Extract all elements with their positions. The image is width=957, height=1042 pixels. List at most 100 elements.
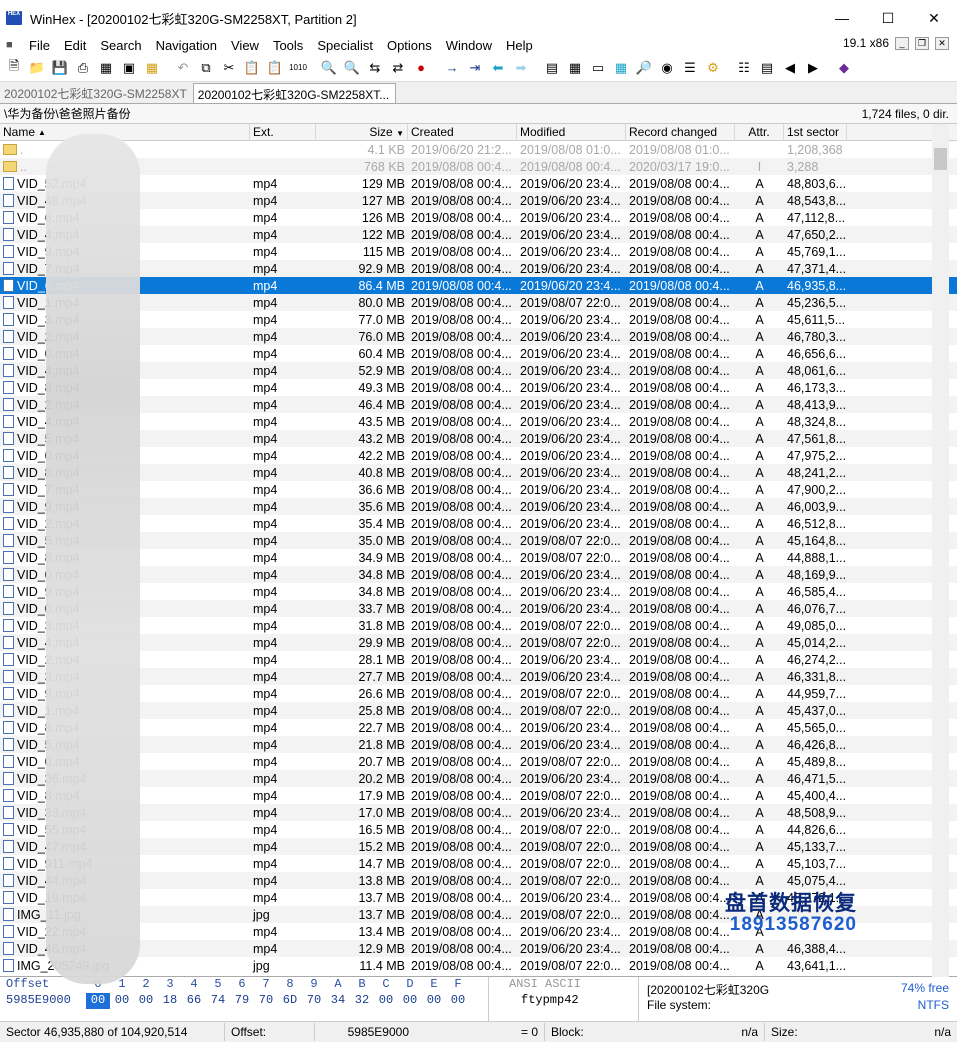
col-attr[interactable]: Attr. (735, 123, 784, 141)
image-icon[interactable]: ▦ (142, 58, 162, 78)
table-row[interactable]: VID_2.mp4mp428.1 MB2019/08/08 00:4...201… (0, 651, 957, 668)
table-row[interactable]: VID_5.mp4mp443.2 MB2019/08/08 00:4...201… (0, 430, 957, 447)
table-row[interactable]: VID_0.mp4mp433.7 MB2019/08/08 00:4...201… (0, 600, 957, 617)
child-minimize-button[interactable]: _ (895, 36, 909, 50)
find-hex-values-icon[interactable]: ● (411, 58, 431, 78)
table-row[interactable]: VID_0.mp4mp434.8 MB2019/08/08 00:4...201… (0, 566, 957, 583)
next-mark-icon[interactable]: ▶ (803, 58, 823, 78)
table-row[interactable]: IMG_205249.jpgjpg11.4 MB2019/08/08 00:4.… (0, 957, 957, 974)
table-row[interactable]: VID_4.mp4mp429.9 MB2019/08/08 00:4...201… (0, 634, 957, 651)
prev-icon[interactable]: ◀ (780, 58, 800, 78)
table-row[interactable]: VID_5.mp4mp435.0 MB2019/08/08 00:4...201… (0, 532, 957, 549)
table-row[interactable]: VID_33.mp4mp417.0 MB2019/08/08 00:4...20… (0, 804, 957, 821)
goto-sector-icon[interactable]: ⇥ (465, 58, 485, 78)
print-icon[interactable]: ⎙ (73, 58, 93, 78)
menu-tools[interactable]: Tools (266, 38, 310, 53)
calculator-icon[interactable]: ▦ (611, 58, 631, 78)
gear-icon[interactable]: ⚙ (703, 58, 723, 78)
table-row[interactable]: VID_3.mp4mp477.0 MB2019/08/08 00:4...201… (0, 311, 957, 328)
back-arrow-icon[interactable]: ⬅ (488, 58, 508, 78)
hex-byte[interactable]: 70 (254, 993, 278, 1009)
table-row[interactable]: VID_0.mp4mp460.4 MB2019/08/08 00:4...201… (0, 345, 957, 362)
col-name[interactable]: Name ▲ (0, 123, 250, 141)
new-file-icon[interactable]: 🗎 (4, 58, 24, 78)
table-row[interactable]: VID_911.mp4mp414.7 MB2019/08/08 00:4...2… (0, 855, 957, 872)
analyze-icon[interactable]: ☰ (680, 58, 700, 78)
table-row[interactable]: VID_8.mp4mp422.7 MB2019/08/08 00:4...201… (0, 719, 957, 736)
table-row[interactable]: VID_6.mp4mp486.4 MB2019/08/08 00:4...201… (0, 277, 957, 294)
menu-search[interactable]: Search (93, 38, 148, 53)
table-row[interactable]: VID_0.mp4mp442.2 MB2019/08/08 00:4...201… (0, 447, 957, 464)
maximize-button[interactable]: ☐ (865, 0, 911, 36)
table-row[interactable]: VID_1.mp4mp480.0 MB2019/08/08 00:4...201… (0, 294, 957, 311)
save-icon[interactable]: 💾 (50, 58, 70, 78)
col-modified[interactable]: Modified (517, 123, 626, 141)
menu-help[interactable]: Help (499, 38, 540, 53)
table-row[interactable]: VID_3.mp4mp431.8 MB2019/08/08 00:4...201… (0, 617, 957, 634)
hex-byte[interactable]: 34 (326, 993, 350, 1009)
cut-icon[interactable]: ✂ (219, 58, 239, 78)
hex-byte[interactable]: 79 (230, 993, 254, 1009)
paste-icon[interactable]: 📋 (242, 58, 262, 78)
menu-specialist[interactable]: Specialist (310, 38, 380, 53)
hex-byte[interactable]: 00 (422, 993, 446, 1009)
child-restore-button[interactable]: ❐ (915, 36, 929, 50)
table-row[interactable]: VID_48.mp4mp4127 MB2019/08/08 00:4...201… (0, 192, 957, 209)
minimize-button[interactable]: — (819, 0, 865, 36)
col-created[interactable]: Created (408, 123, 517, 141)
tab-disk[interactable]: 20200102七彩虹320G-SM2258XT (0, 83, 193, 103)
table-row[interactable]: .. 768 KB 2019/08/08 00:4... 2019/08/08 00:… (0, 158, 957, 175)
copy-icon[interactable]: ⧉ (196, 58, 216, 78)
table-row[interactable]: VID_7.mp4mp492.9 MB2019/08/08 00:4...201… (0, 260, 957, 277)
table-row[interactable]: VID_4.mp4mp4122 MB2019/08/08 00:4...2019… (0, 226, 957, 243)
table-row[interactable]: VID_36.mp4mp420.2 MB2019/08/08 00:4...20… (0, 770, 957, 787)
table-row[interactable]: VID_46.mp4mp412.9 MB2019/08/08 00:4...20… (0, 940, 957, 957)
menu-view[interactable]: View (224, 38, 266, 53)
open-folder-icon[interactable]: 📁 (27, 58, 47, 78)
hash-icon[interactable]: ◉ (657, 58, 677, 78)
hex-byte[interactable]: 18 (158, 993, 182, 1009)
network-icon[interactable]: ☷ (734, 58, 754, 78)
hex-editor[interactable]: Offset 0123456789ABCDEF 5985E9000 00 00 00… (0, 977, 488, 1021)
table-row[interactable]: VID_9.mp4mp426.6 MB2019/08/08 00:4...201… (0, 685, 957, 702)
table-row[interactable]: VID_9.mp4mp434.8 MB2019/08/08 00:4...201… (0, 583, 957, 600)
file-list[interactable]: Name ▲ Ext. Size ▼ Created Modified Recor… (0, 123, 957, 984)
hex-byte[interactable]: 32 (350, 993, 374, 1009)
hex-byte[interactable]: 00 (110, 993, 134, 1009)
table-row[interactable]: VID_47.mp4mp415.2 MB2019/08/08 00:4...20… (0, 838, 957, 855)
goto-offset-icon[interactable]: → (442, 58, 462, 78)
table-row[interactable]: VID_8.mp4mp440.8 MB2019/08/08 00:4...201… (0, 464, 957, 481)
child-close-button[interactable]: ✕ (935, 36, 949, 50)
table-row[interactable]: VID_6.mp4mp4126 MB2019/08/08 00:4...2019… (0, 209, 957, 226)
find-hex-icon[interactable]: 🔍 (342, 58, 362, 78)
table-row[interactable]: VID_5.mp4mp421.8 MB2019/08/08 00:4...201… (0, 736, 957, 753)
table-row[interactable]: VID_4.mp4mp443.5 MB2019/08/08 00:4...201… (0, 413, 957, 430)
tab-partition[interactable]: 20200102七彩虹320G-SM2258XT... (192, 83, 397, 103)
disk-tools-icon[interactable]: ▤ (542, 58, 562, 78)
undo-icon[interactable]: ↶ (173, 58, 193, 78)
hex-byte[interactable]: 00 (86, 993, 110, 1009)
disk-menu-icon[interactable]: ■ (6, 39, 22, 51)
col-record-changed[interactable]: Record changed (626, 123, 735, 141)
menu-window[interactable]: Window (439, 38, 499, 53)
drive-icon[interactable]: ▭ (588, 58, 608, 78)
table-row[interactable]: VID_4.mp4mp452.9 MB2019/08/08 00:4...201… (0, 362, 957, 379)
list-view-icon[interactable]: ▤ (757, 58, 777, 78)
paste-special-icon[interactable]: 📋 (265, 58, 285, 78)
properties-icon[interactable]: ▦ (96, 58, 116, 78)
table-row[interactable]: VID_2.mp4mp446.4 MB2019/08/08 00:4...201… (0, 396, 957, 413)
close-button[interactable]: ✕ (911, 0, 957, 36)
current-path[interactable]: \华为备份\爸爸照片备份 (4, 105, 131, 122)
disk-icon[interactable]: ▣ (119, 58, 139, 78)
table-row[interactable]: VID_52.mp4mp4129 MB2019/08/08 00:4...201… (0, 175, 957, 192)
replace-hex-icon[interactable]: ⇄ (388, 58, 408, 78)
hex-text-pane[interactable]: ANSI ASCII ftypmp42 (488, 977, 638, 1021)
table-row[interactable]: VID_3.mp4mp427.7 MB2019/08/08 00:4...201… (0, 668, 957, 685)
menu-options[interactable]: Options (380, 38, 439, 53)
table-row[interactable]: VID_55.mp4mp416.5 MB2019/08/08 00:4...20… (0, 821, 957, 838)
hex-byte[interactable]: 00 (398, 993, 422, 1009)
table-row[interactable]: VID_9.mp4mp4115 MB2019/08/08 00:4...2019… (0, 243, 957, 260)
menu-edit[interactable]: Edit (57, 38, 93, 53)
table-row[interactable]: VID_0.mp4mp420.7 MB2019/08/08 00:4...201… (0, 753, 957, 770)
forward-arrow-icon[interactable]: ➡ (511, 58, 531, 78)
